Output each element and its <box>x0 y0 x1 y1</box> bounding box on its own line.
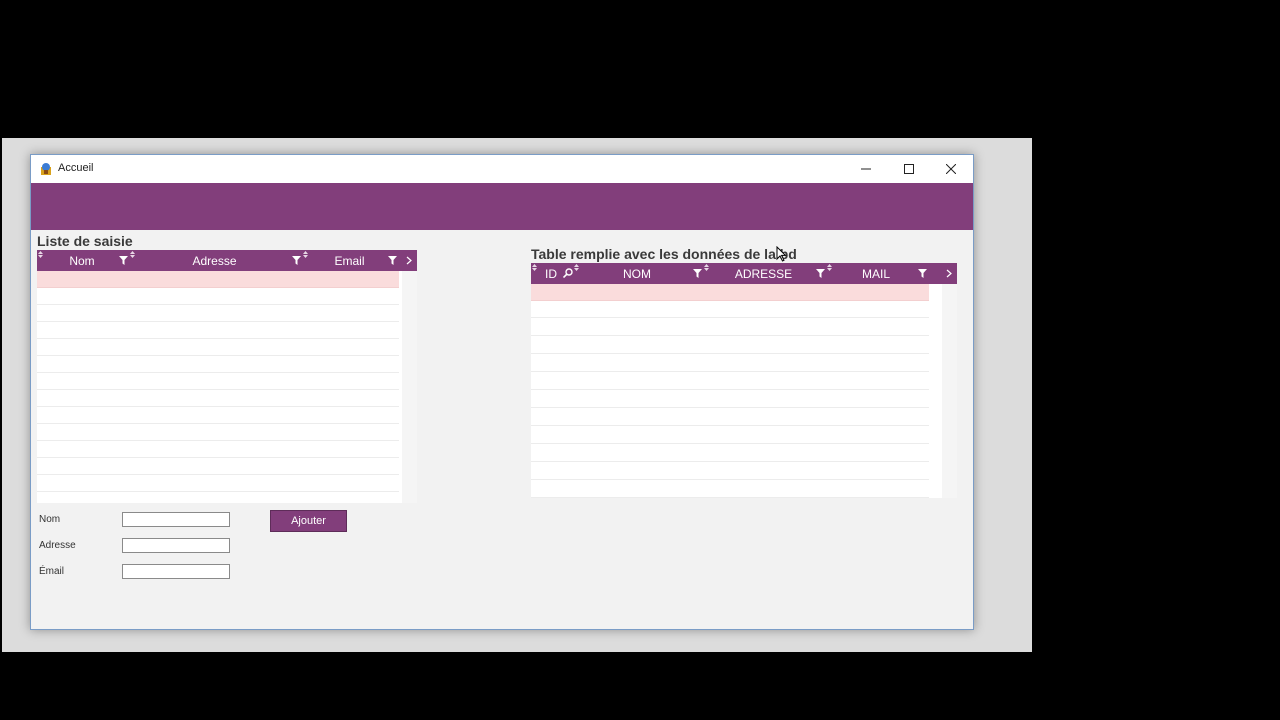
sort-icon <box>303 251 308 258</box>
sort-icon <box>827 264 832 271</box>
column-header-adresse[interactable]: ADRESSE <box>711 267 816 281</box>
sort-icon <box>130 251 135 258</box>
right-panel-title: Table remplie avec les données de la bd <box>531 246 797 262</box>
email-input[interactable] <box>122 564 230 579</box>
table-row[interactable] <box>531 463 929 480</box>
table-row[interactable] <box>531 373 929 390</box>
table-row[interactable] <box>37 356 399 373</box>
close-button[interactable] <box>929 155 973 183</box>
ajouter-button[interactable]: Ajouter <box>270 510 347 532</box>
minimize-icon <box>861 168 871 170</box>
chevron-right-icon[interactable] <box>406 256 412 265</box>
column-header-nom[interactable]: NOM <box>581 267 693 281</box>
table-row[interactable] <box>37 339 399 356</box>
table-row[interactable] <box>531 427 929 444</box>
table-row[interactable] <box>531 355 929 372</box>
sort-icon <box>704 264 709 271</box>
table-row[interactable] <box>37 390 399 407</box>
maximize-button[interactable] <box>887 155 931 183</box>
table-row[interactable] <box>37 288 399 305</box>
table-row[interactable] <box>37 271 399 288</box>
close-icon <box>946 164 956 174</box>
header-banner <box>31 183 973 230</box>
adresse-input[interactable] <box>122 538 230 553</box>
sort-icon <box>532 264 537 271</box>
table-row[interactable] <box>37 458 399 475</box>
app-window: Accueil Liste de saisie Nom Adresse Emai… <box>30 154 974 630</box>
filter-icon[interactable] <box>388 256 397 265</box>
table-row[interactable] <box>531 319 929 336</box>
table-row[interactable] <box>37 424 399 441</box>
table-row[interactable] <box>37 475 399 492</box>
grid-header: ID NOM ADRESSE MAIL <box>531 263 957 284</box>
maximize-icon <box>904 164 914 174</box>
vertical-scrollbar[interactable] <box>942 284 957 498</box>
table-row[interactable] <box>531 301 929 318</box>
table-row[interactable] <box>37 373 399 390</box>
app-icon <box>41 163 51 175</box>
table-row[interactable] <box>37 305 399 322</box>
filter-icon[interactable] <box>918 269 927 278</box>
table-row[interactable] <box>37 322 399 339</box>
column-header-email[interactable]: Email <box>317 254 382 268</box>
nom-label: Nom <box>39 514 61 525</box>
filter-icon[interactable] <box>816 269 825 278</box>
minimize-button[interactable] <box>844 155 888 183</box>
table-row[interactable] <box>531 481 929 498</box>
table-row[interactable] <box>531 409 929 426</box>
table-row[interactable] <box>531 391 929 408</box>
left-panel-title: Liste de saisie <box>37 233 133 249</box>
window-title: Accueil <box>58 162 94 174</box>
sort-icon <box>574 264 579 271</box>
mouse-cursor-icon <box>776 246 787 262</box>
table-row[interactable] <box>37 407 399 424</box>
filter-icon[interactable] <box>693 269 702 278</box>
input-list-grid[interactable]: Nom Adresse Email <box>37 250 417 503</box>
nom-input[interactable] <box>122 512 230 527</box>
column-header-adresse[interactable]: Adresse <box>137 254 292 268</box>
filter-icon[interactable] <box>292 256 301 265</box>
adresse-label: Adresse <box>39 540 76 551</box>
search-icon[interactable] <box>563 268 573 278</box>
email-label: Émail <box>39 566 65 577</box>
title-bar: Accueil <box>31 155 973 183</box>
filter-icon[interactable] <box>119 256 128 265</box>
table-row[interactable] <box>37 441 399 458</box>
grid-header: Nom Adresse Email <box>37 250 417 271</box>
chevron-right-icon[interactable] <box>946 269 952 278</box>
table-row[interactable] <box>531 337 929 354</box>
table-row[interactable] <box>531 445 929 462</box>
database-grid[interactable]: ID NOM ADRESSE MAIL <box>531 263 957 498</box>
table-row[interactable] <box>531 284 929 301</box>
column-header-mail[interactable]: MAIL <box>841 267 911 281</box>
column-header-id[interactable]: ID <box>539 267 563 281</box>
sort-icon <box>38 251 43 258</box>
column-header-nom[interactable]: Nom <box>47 254 117 268</box>
vertical-scrollbar[interactable] <box>402 271 417 503</box>
